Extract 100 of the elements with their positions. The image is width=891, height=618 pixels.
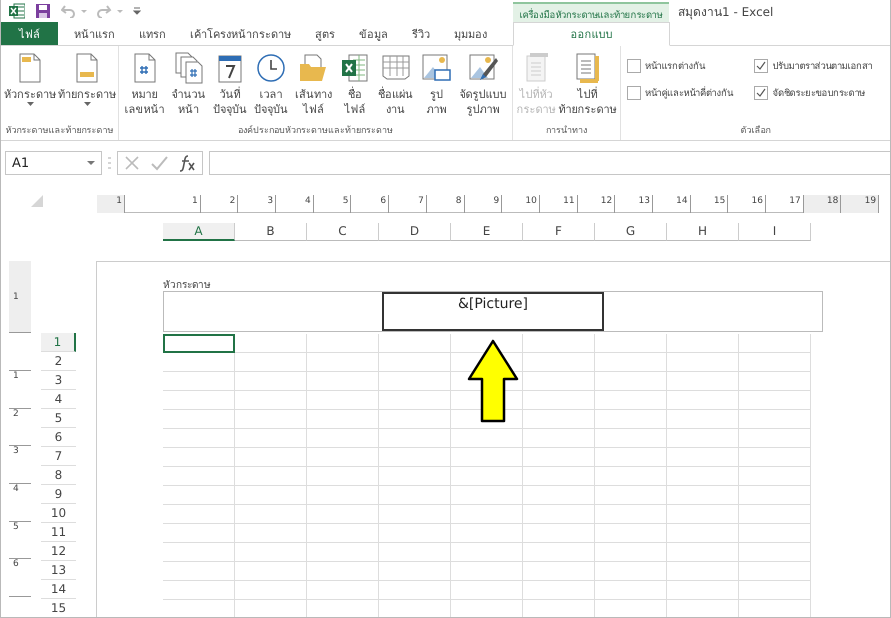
ruler-number: 9: [464, 195, 502, 213]
ribbon-tab[interactable]: ข้อมูล: [347, 22, 400, 45]
header-section[interactable]: &[Picture]: [382, 292, 604, 331]
column-header[interactable]: F: [523, 223, 595, 241]
save-icon[interactable]: [35, 3, 51, 19]
customize-icon[interactable]: [133, 7, 141, 15]
ruler-number: 5: [314, 195, 352, 213]
window-title: สมุดงาน1 - Excel: [678, 4, 774, 20]
caret-icon: [26, 102, 34, 106]
image-icon: [420, 52, 452, 84]
row-header[interactable]: 10: [41, 504, 76, 523]
ribbon-button[interactable]: เส้นทาง ไฟล์: [294, 50, 333, 123]
row-header[interactable]: 2: [41, 352, 76, 371]
name-box[interactable]: A1: [5, 151, 102, 175]
ruler-number: 18: [804, 195, 842, 213]
ruler-number: 14: [652, 195, 691, 213]
ruler-number: 2: [200, 195, 238, 213]
ribbon-button[interactable]: หมาย เลขหน้า: [124, 50, 166, 123]
checkbox[interactable]: [627, 58, 641, 72]
column-header[interactable]: B: [235, 223, 307, 241]
ruler-number: 8: [426, 195, 464, 213]
cancel-icon[interactable]: [124, 155, 140, 171]
ribbon-button[interactable]: รูป ภาพ: [419, 50, 454, 123]
ruler-number: 15: [690, 195, 728, 213]
ruler-number: 3: [238, 195, 276, 213]
ribbon-tab[interactable]: สูตร: [303, 22, 347, 45]
checkbox-label: หน้าแรกต่างกัน: [645, 60, 705, 73]
ribbon-button[interactable]: ท้ายกระดาษ: [57, 50, 117, 123]
column-header[interactable]: E: [451, 223, 523, 241]
row-header[interactable]: 14: [41, 580, 76, 599]
checkbox-label: ปรับมาตราส่วนตามเอกสา: [772, 60, 872, 73]
check-icon[interactable]: [150, 155, 168, 171]
spreadsheet-icon[interactable]: [9, 3, 25, 19]
group-label: ตัวเลือก: [740, 124, 770, 138]
group-label: หัวกระดาษและท้ายกระดาษ: [6, 124, 114, 138]
redo-icon[interactable]: [97, 4, 123, 18]
ruler-number: 13: [615, 195, 653, 213]
ruler-number: 2: [9, 408, 31, 446]
ribbon-button[interactable]: วันที่ ปัจจุบัน: [212, 50, 248, 123]
ribbon-button[interactable]: เวลา ปัจจุบัน: [252, 50, 289, 123]
checkbox-label: จัดชิดระยะขอบกระดาษ: [772, 87, 865, 100]
group-label: องค์ประกอบหัวกระดาษและท้ายกระดาษ: [238, 124, 393, 138]
row-header[interactable]: 11: [41, 523, 76, 542]
row-header[interactable]: 7: [41, 447, 76, 466]
group-label: การนำทาง: [546, 124, 587, 138]
row-header[interactable]: 12: [41, 542, 76, 561]
undo-icon[interactable]: [61, 4, 87, 18]
row-header[interactable]: 9: [41, 485, 76, 504]
column-header[interactable]: A: [163, 223, 235, 241]
ruler-number: 11: [540, 195, 578, 213]
ribbon-tab[interactable]: รีวิว: [400, 22, 442, 45]
column-header[interactable]: H: [667, 223, 739, 241]
pages-icon: [172, 52, 205, 84]
column-header[interactable]: I: [739, 223, 811, 241]
ribbon-button[interactable]: หัวกระดาษ: [3, 50, 57, 123]
checkbox[interactable]: [754, 86, 768, 100]
file-tab[interactable]: ไฟล์: [1, 22, 58, 45]
row-header[interactable]: 13: [41, 561, 76, 580]
ribbon-button[interactable]: จำนวน หน้า: [170, 50, 207, 123]
ribbon-tab[interactable]: หน้าแรก: [62, 22, 127, 45]
row-header[interactable]: 6: [41, 428, 76, 447]
row-header[interactable]: 1: [41, 333, 76, 352]
caret-icon: [84, 102, 90, 106]
checkbox[interactable]: [627, 86, 641, 100]
ruler-number: 3: [9, 446, 31, 484]
ruler-number: 10: [502, 195, 540, 213]
ribbon-tab[interactable]: เค้าโครงหน้ากระดาษ: [178, 22, 303, 45]
ruler-number: 1: [9, 371, 31, 409]
ribbon-button[interactable]: ชื่อแผ่น งาน: [377, 50, 414, 123]
ribbon-button[interactable]: ชื่อ ไฟล์: [338, 50, 372, 123]
column-header[interactable]: C: [307, 223, 379, 241]
context-tab-label: เครื่องมือหัวกระดาษและท้ายกระดาษ: [513, 2, 669, 24]
ribbon-tab[interactable]: ออกแบบ: [513, 22, 670, 46]
ruler-number: 1: [9, 261, 31, 333]
ribbon-button[interactable]: ไปที่ ท้ายกระดาษ: [558, 50, 618, 123]
ruler-number: 6: [9, 559, 31, 598]
row-header[interactable]: 5: [41, 409, 76, 428]
ruler-number: 4: [276, 195, 314, 213]
function-icon[interactable]: [178, 154, 196, 172]
row-header[interactable]: 4: [41, 390, 76, 409]
ruler-number: 19: [841, 195, 880, 213]
ribbon-button[interactable]: จัดรูปแบบ รูปภาพ: [458, 50, 508, 123]
ruler-number: 12: [578, 195, 616, 213]
header-label: หัวกระดาษ: [163, 280, 212, 291]
select-all-icon[interactable]: [31, 195, 43, 207]
ribbon-tab[interactable]: แทรก: [127, 22, 178, 45]
checkbox-label: หน้าคู่และหน้าคี่ต่างกัน: [645, 85, 733, 100]
column-header[interactable]: G: [595, 223, 667, 241]
formula-input[interactable]: [209, 151, 890, 175]
row-header[interactable]: 8: [41, 466, 76, 485]
row-header[interactable]: 3: [41, 371, 76, 390]
ruler-number: 1: [97, 195, 125, 213]
ruler-number: 16: [728, 195, 766, 213]
clock-icon: [254, 52, 287, 84]
row-header[interactable]: 15: [41, 599, 76, 617]
ribbon-tab[interactable]: มุมมอง: [442, 22, 499, 45]
ruler-number: 5: [9, 522, 31, 560]
active-cell[interactable]: [163, 334, 235, 353]
checkbox[interactable]: [754, 58, 768, 72]
column-header[interactable]: D: [379, 223, 451, 241]
